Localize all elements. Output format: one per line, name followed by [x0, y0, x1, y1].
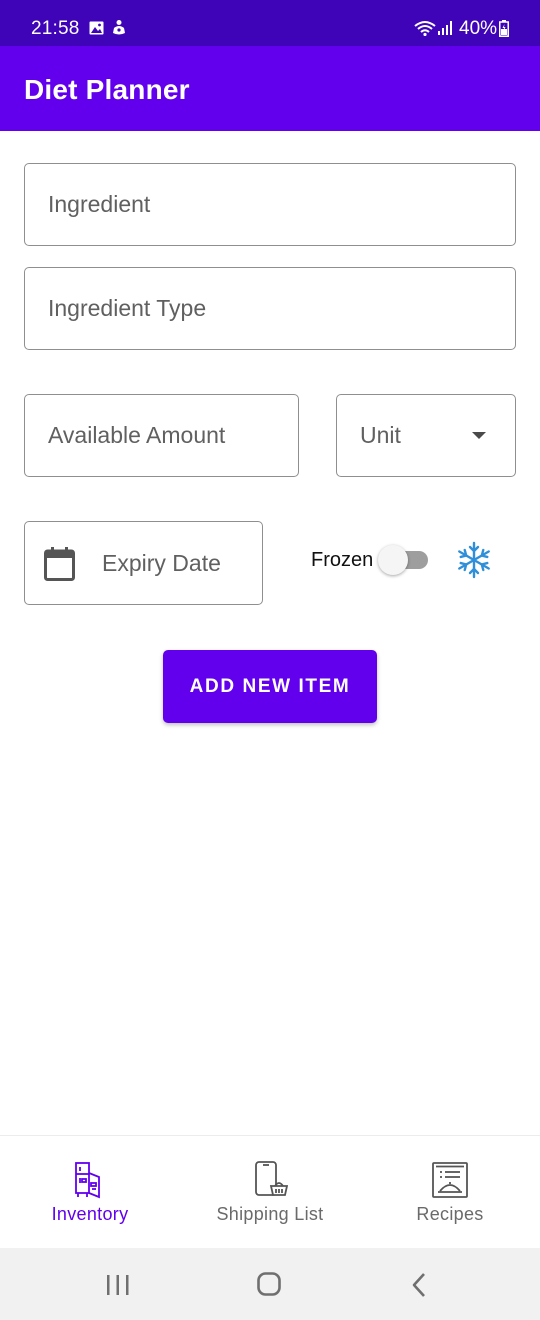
- nav-label-shipping-list: Shipping List: [216, 1204, 324, 1224]
- wifi-icon: [414, 21, 436, 36]
- switch-thumb: [378, 545, 408, 575]
- status-bar: 21:58 40%: [0, 0, 540, 46]
- unit-dropdown[interactable]: Unit: [336, 394, 516, 477]
- dropdown-arrow-icon: [472, 432, 486, 439]
- nav-label-recipes: Recipes: [416, 1204, 484, 1224]
- ingredient-input[interactable]: Ingredient: [24, 163, 516, 246]
- available-amount-placeholder: Available Amount: [48, 422, 226, 448]
- recents-icon[interactable]: [105, 1274, 131, 1296]
- ingredient-type-input[interactable]: Ingredient Type: [24, 267, 516, 350]
- bottom-navigation: Inventory Shipping List Recipes: [0, 1135, 540, 1248]
- battery-percent: 40%: [459, 18, 498, 39]
- signal-icon: [438, 21, 452, 35]
- frozen-label: Frozen: [311, 549, 374, 571]
- fridge-icon: [75, 1162, 100, 1199]
- unit-placeholder: Unit: [360, 422, 401, 448]
- expiry-date-input[interactable]: Expiry Date: [24, 521, 263, 605]
- notification-icon: [113, 20, 125, 35]
- nav-item-recipes[interactable]: Recipes: [360, 1136, 540, 1249]
- back-icon[interactable]: [410, 1272, 428, 1298]
- snowflake-icon: [458, 541, 490, 579]
- home-icon[interactable]: [257, 1272, 281, 1296]
- ingredient-placeholder: Ingredient: [48, 191, 151, 217]
- app-title: Diet Planner: [24, 74, 190, 105]
- app-screen: 21:58 40% Diet Planner Ingredient Ingred…: [0, 0, 540, 1320]
- ingredient-type-placeholder: Ingredient Type: [48, 295, 207, 321]
- nav-label-inventory: Inventory: [51, 1204, 129, 1224]
- system-navigation-bar: [0, 1248, 540, 1320]
- battery-icon: [499, 20, 509, 37]
- calendar-icon: [44, 547, 75, 581]
- status-time: 21:58: [31, 18, 80, 39]
- available-amount-input[interactable]: Available Amount: [24, 394, 299, 477]
- nav-item-inventory[interactable]: Inventory: [0, 1136, 180, 1249]
- phone-basket-icon: [255, 1161, 288, 1196]
- expiry-date-placeholder: Expiry Date: [102, 549, 221, 576]
- add-new-item-button[interactable]: ADD NEW ITEM: [163, 650, 377, 723]
- recipe-card-icon: [432, 1162, 468, 1198]
- nav-item-shipping-list[interactable]: Shipping List: [180, 1136, 360, 1249]
- app-bar: Diet Planner: [0, 46, 540, 131]
- frozen-switch[interactable]: [378, 545, 430, 575]
- gallery-icon: [89, 21, 104, 35]
